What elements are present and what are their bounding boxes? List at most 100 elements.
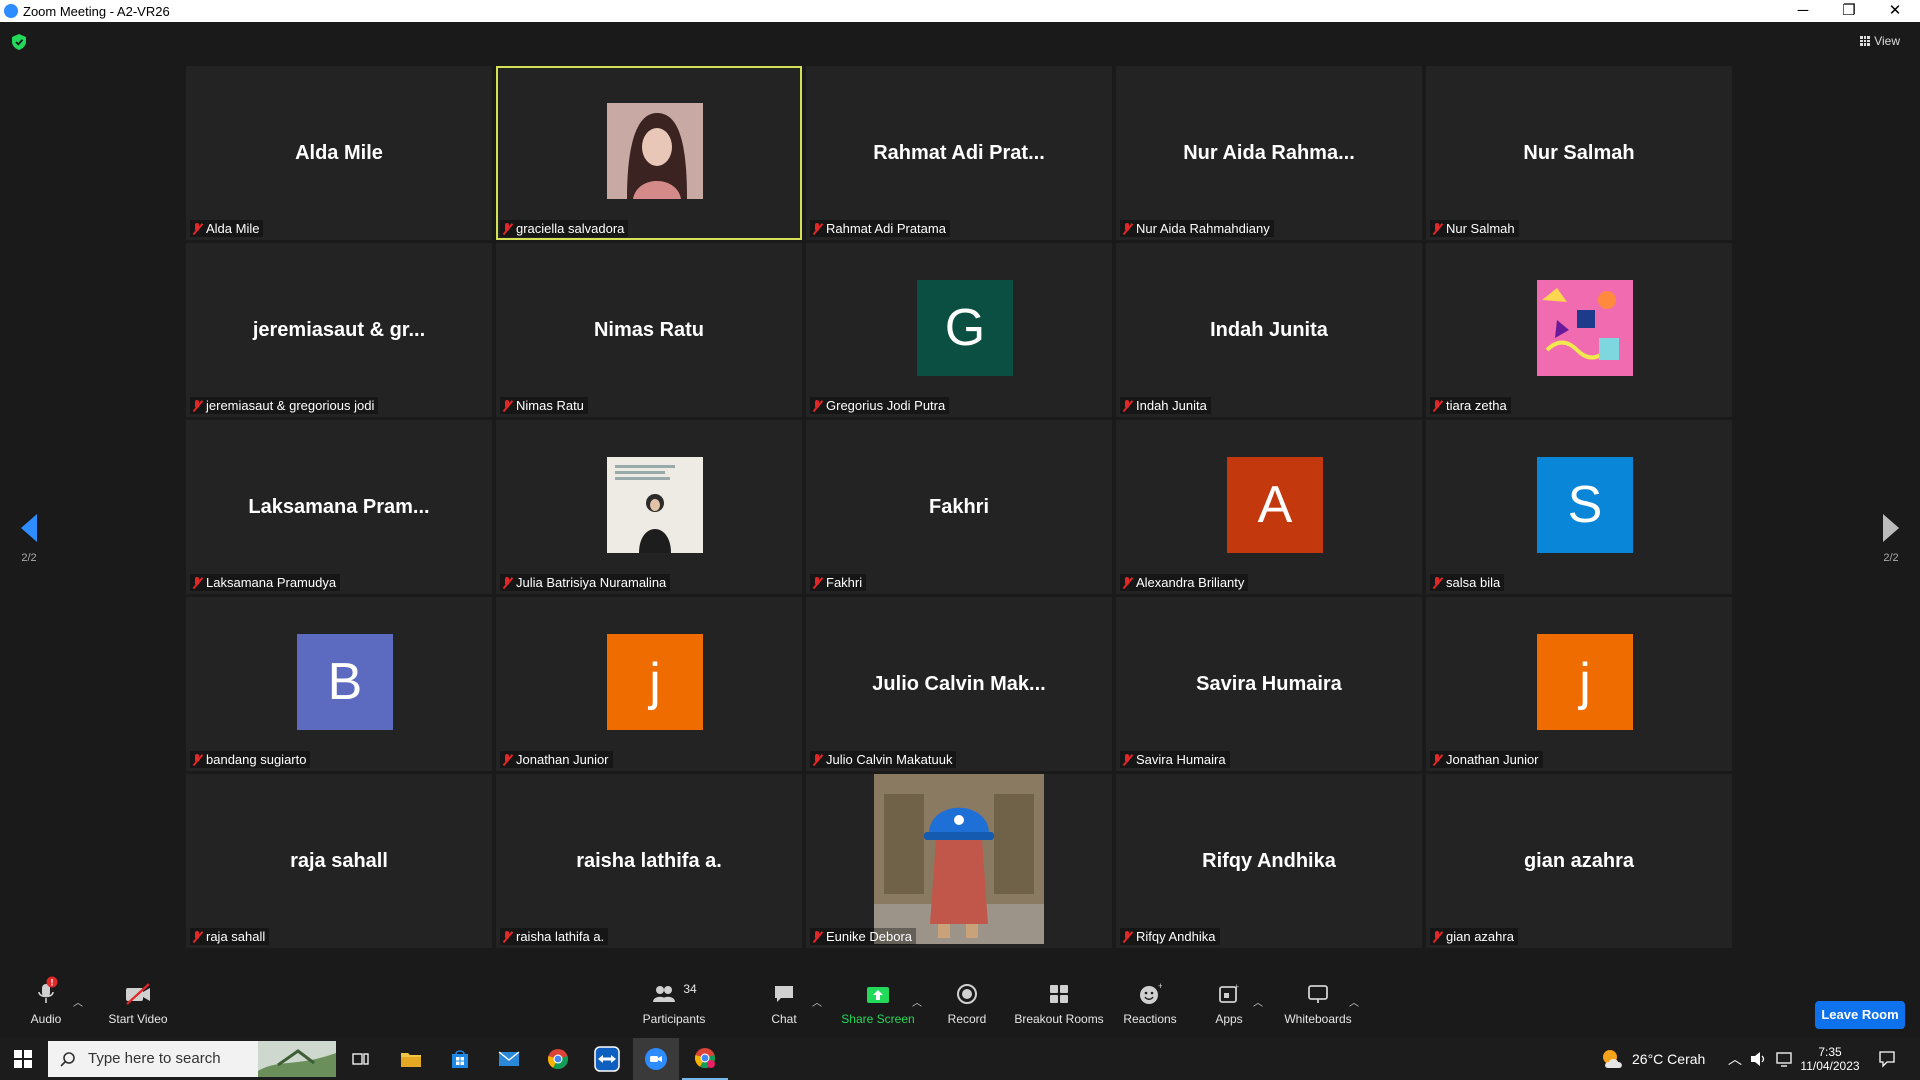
next-page-button[interactable]: 2/2: [1876, 514, 1906, 564]
taskbar-search-box[interactable]: Type here to search: [48, 1041, 336, 1077]
participant-tile[interactable]: tiara zetha: [1426, 243, 1732, 417]
participant-tile[interactable]: Laksamana Pram... Laksamana Pramudya: [186, 420, 492, 594]
windows-start-button[interactable]: [0, 1038, 46, 1080]
participant-tile[interactable]: raja sahall raja sahall: [186, 774, 492, 948]
svg-text:+: +: [1158, 982, 1162, 991]
speaker-icon: [1751, 1052, 1765, 1066]
reactions-button[interactable]: + Reactions: [1119, 972, 1181, 1038]
minimize-button[interactable]: ─: [1780, 1, 1826, 21]
task-view-button[interactable]: [338, 1038, 384, 1080]
participant-tile[interactable]: G Gregorius Jodi Putra: [806, 243, 1112, 417]
microphone-muted-icon: [192, 400, 202, 412]
participant-initial-avatar: j: [1537, 634, 1633, 730]
participant-tile[interactable]: Nur Aida Rahma... Nur Aida Rahmahdiany: [1116, 66, 1422, 240]
microphone-muted-icon: [192, 931, 202, 943]
microphone-muted-icon: [1122, 577, 1132, 589]
participant-name: Julio Calvin Makatuuk: [826, 752, 953, 767]
breakout-rooms-button[interactable]: Breakout Rooms: [1012, 972, 1106, 1038]
participant-name: Fakhri: [826, 575, 863, 590]
participant-name: bandang sugiarto: [206, 752, 307, 767]
clock[interactable]: 7:35 11/04/2023: [1800, 1038, 1860, 1080]
participant-name-label: tiara zetha: [1430, 397, 1511, 414]
participant-tile[interactable]: Fakhri Fakhri: [806, 420, 1112, 594]
start-video-button[interactable]: Start Video: [103, 972, 173, 1038]
windows-logo-icon: [14, 1050, 32, 1068]
network-button[interactable]: [1776, 1038, 1794, 1080]
meeting-toolbar: ! Audio ︿ Start Video 34 Participants Ch…: [0, 972, 1920, 1038]
participant-tile[interactable]: j Jonathan Junior: [1426, 597, 1732, 771]
mail-button[interactable]: [486, 1038, 532, 1080]
start-video-label: Start Video: [108, 1012, 168, 1026]
participant-name-label: Indah Junita: [1120, 397, 1211, 414]
participant-tile[interactable]: A Alexandra Brilianty: [1116, 420, 1422, 594]
view-button[interactable]: View: [1860, 34, 1900, 48]
chat-button[interactable]: Chat: [763, 972, 805, 1038]
page-indicator-left: 2/2: [21, 552, 37, 564]
windows-taskbar: Type here to search 26°C Cerah ︿ 7:35 11…: [0, 1038, 1920, 1080]
apps-button[interactable]: + Apps: [1209, 972, 1249, 1038]
record-button[interactable]: Record: [942, 972, 992, 1038]
participant-tile[interactable]: Julia Batrisiya Nuramalina: [496, 420, 802, 594]
participant-tile[interactable]: Rifqy Andhika Rifqy Andhika: [1116, 774, 1422, 948]
task-view-icon: [352, 1053, 369, 1065]
participant-name-label: Fakhri: [810, 574, 867, 591]
leave-room-button[interactable]: Leave Room: [1815, 1001, 1905, 1029]
participant-tile[interactable]: raisha lathifa a. raisha lathifa a.: [496, 774, 802, 948]
chat-options-caret-icon[interactable]: ︿: [812, 994, 822, 1009]
participant-photo: [1537, 280, 1633, 376]
previous-page-button[interactable]: 2/2: [14, 514, 44, 564]
participant-tile[interactable]: Rahmat Adi Prat... Rahmat Adi Pratama: [806, 66, 1112, 240]
participant-name-label: jeremiasaut & gregorious jodi: [190, 397, 379, 414]
participants-icon: 34: [653, 982, 697, 1002]
teamviewer-button[interactable]: [584, 1038, 630, 1080]
participant-tile[interactable]: Julio Calvin Mak... Julio Calvin Makatuuk: [806, 597, 1112, 771]
whiteboards-options-caret-icon[interactable]: ︿: [1349, 994, 1359, 1009]
participant-name-label: raja sahall: [190, 928, 270, 945]
apps-options-caret-icon[interactable]: ︿: [1253, 994, 1263, 1009]
whiteboards-button[interactable]: Whiteboards: [1282, 972, 1354, 1038]
participant-tile[interactable]: jeremiasaut & gr... jeremiasaut & gregori…: [186, 243, 492, 417]
participant-tile[interactable]: Nimas Ratu Nimas Ratu: [496, 243, 802, 417]
close-button[interactable]: ✕: [1872, 1, 1918, 21]
maximize-button[interactable]: ❐: [1826, 1, 1872, 21]
weather-widget[interactable]: 26°C Cerah: [1600, 1038, 1705, 1080]
participants-button[interactable]: 34 Participants: [636, 972, 712, 1038]
encryption-shield-icon[interactable]: [12, 34, 26, 50]
notifications-button[interactable]: [1878, 1038, 1896, 1080]
search-icon: [60, 1052, 75, 1067]
volume-button[interactable]: [1750, 1038, 1768, 1080]
participant-tile[interactable]: Nur Salmah Nur Salmah: [1426, 66, 1732, 240]
participant-tile[interactable]: j Jonathan Junior: [496, 597, 802, 771]
audio-options-caret-icon[interactable]: ︿: [73, 994, 83, 1009]
microphone-muted-icon: [502, 400, 512, 412]
file-explorer-button[interactable]: [388, 1038, 434, 1080]
show-hidden-icons-button[interactable]: ︿: [1728, 1038, 1742, 1080]
participant-tile[interactable]: Savira Humaira Savira Humaira: [1116, 597, 1422, 771]
participant-tile[interactable]: Ssalsa bila: [1426, 420, 1732, 594]
participant-name: Jonathan Junior: [516, 752, 609, 767]
chrome-profile-button[interactable]: [682, 1038, 728, 1080]
participant-tile[interactable]: Indah Junita Indah Junita: [1116, 243, 1422, 417]
zoom-taskbar-button[interactable]: [633, 1038, 679, 1080]
participant-tile[interactable]: gian azahra gian azahra: [1426, 774, 1732, 948]
participant-name: tiara zetha: [1446, 398, 1507, 413]
clock-time: 7:35: [1818, 1045, 1842, 1059]
participant-display-name: Rahmat Adi Prat...: [873, 142, 1045, 164]
zoom-logo-icon: [4, 4, 18, 18]
audio-button[interactable]: ! Audio: [22, 972, 70, 1038]
share-options-caret-icon[interactable]: ︿: [912, 994, 922, 1009]
participant-tile[interactable]: Bbandang sugiarto: [186, 597, 492, 771]
store-bag-icon: [452, 1050, 468, 1068]
participant-tile[interactable]: graciella salvadora: [496, 66, 802, 240]
participant-display-name: Fakhri: [928, 496, 990, 518]
record-icon: [957, 984, 977, 1004]
participant-name: Indah Junita: [1136, 398, 1207, 413]
participant-tile[interactable]: Eunike Debora: [806, 774, 1112, 948]
microsoft-store-button[interactable]: [437, 1038, 483, 1080]
share-screen-button[interactable]: Share Screen: [838, 972, 918, 1038]
microphone-muted-icon: [1432, 400, 1442, 412]
participant-name-label: gian azahra: [1430, 928, 1518, 945]
chrome-button[interactable]: [535, 1038, 581, 1080]
participant-tile[interactable]: Alda Mile Alda Mile: [186, 66, 492, 240]
participant-name: gian azahra: [1446, 929, 1514, 944]
